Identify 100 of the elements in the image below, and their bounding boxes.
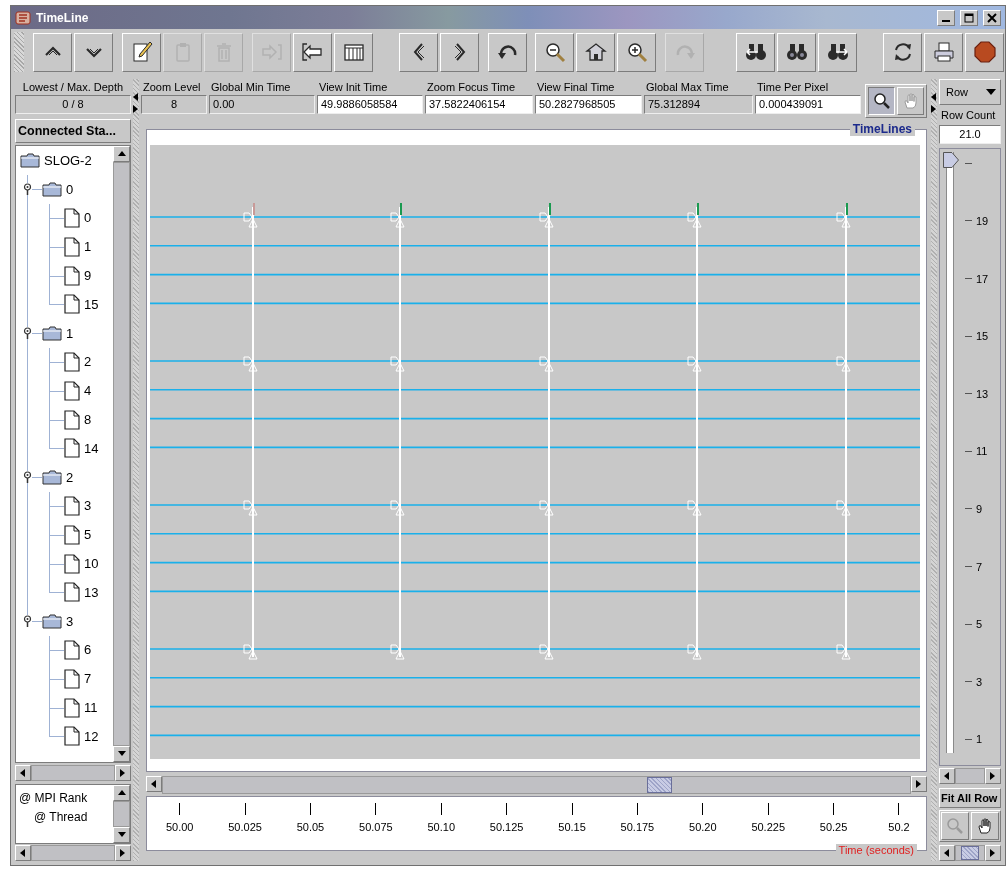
stop-button[interactable] — [965, 32, 1004, 72]
fit-all-rows-button[interactable]: Fit All Row — [939, 788, 1001, 808]
tree-node-label[interactable]: 2 — [66, 469, 74, 485]
toolbar-grip[interactable] — [14, 32, 24, 72]
zoom-out-button[interactable] — [535, 32, 574, 72]
columns-button[interactable] — [334, 32, 373, 72]
tree-node-label[interactable]: 10 — [84, 556, 99, 572]
tree-node-label[interactable]: 3 — [84, 498, 92, 514]
file-icon — [64, 380, 80, 401]
axis-tick-label: 50.025 — [228, 821, 262, 833]
binoculars-button[interactable] — [777, 32, 816, 72]
expand-handle-icon[interactable] — [23, 183, 32, 196]
refresh-button[interactable] — [883, 32, 922, 72]
scroll-right-button[interactable] — [985, 768, 1001, 784]
file-icon — [64, 639, 80, 660]
tree-node-label[interactable]: 4 — [84, 383, 92, 399]
file-icon — [64, 265, 80, 286]
scroll-right-button[interactable] — [115, 765, 131, 781]
file-icon — [64, 697, 80, 718]
pencil-page-button[interactable] — [122, 32, 161, 72]
tree-node-label[interactable]: 14 — [84, 440, 99, 456]
expand-handle-icon[interactable] — [23, 471, 32, 484]
tree-node-label[interactable]: 13 — [84, 584, 99, 600]
home-button[interactable] — [576, 32, 615, 72]
triangle-left-icon — [942, 771, 952, 781]
tree-node-label[interactable]: SLOG-2 — [44, 152, 92, 168]
undo-button[interactable] — [488, 32, 527, 72]
chevron-left-button[interactable] — [399, 32, 438, 72]
binoculars-right-button[interactable] — [818, 32, 857, 72]
expand-handle-icon[interactable] — [23, 327, 32, 340]
hand-icon — [901, 92, 920, 110]
arrow-out-box-button[interactable] — [293, 32, 332, 72]
slider-track[interactable] — [943, 152, 959, 753]
triangle-left-icon — [18, 848, 28, 858]
chevron-right-button[interactable] — [440, 32, 479, 72]
binoculars-left-button[interactable] — [736, 32, 775, 72]
scroll-down-button[interactable] — [113, 746, 130, 762]
expand-handle-icon[interactable] — [23, 615, 32, 628]
mode-dropdown[interactable]: Row — [939, 79, 1001, 105]
column-header[interactable]: Connected Sta... — [15, 119, 131, 143]
tree-node-label[interactable]: 3 — [66, 613, 74, 629]
list-item[interactable]: @ Thread — [34, 810, 88, 824]
scroll-up-button[interactable] — [113, 146, 130, 162]
file-icon — [64, 236, 80, 257]
scrollbar-thumb[interactable] — [961, 846, 979, 860]
tree-node-label[interactable]: 9 — [84, 268, 92, 284]
scroll-down-button[interactable] — [113, 827, 130, 843]
input-field[interactable]: 50.2827968505 — [535, 95, 642, 114]
input-field[interactable]: 37.5822406154 — [425, 95, 533, 114]
triangle-left-icon — [18, 768, 28, 778]
axis-title: Time (seconds) — [835, 844, 917, 857]
minimize-button[interactable] — [937, 9, 955, 26]
chevron-down-button[interactable] — [74, 32, 113, 72]
scrollbar-thumb[interactable] — [647, 777, 672, 793]
scroll-left-button[interactable] — [15, 845, 31, 861]
field-label: Time Per Pixel — [756, 80, 830, 95]
slider-thumb[interactable] — [943, 152, 959, 168]
tree-node-label[interactable]: 8 — [84, 412, 92, 428]
tree-node-label[interactable]: 15 — [84, 296, 99, 312]
app-icon — [15, 9, 31, 26]
chevron-up-button[interactable] — [33, 32, 72, 72]
tree-node-label[interactable]: 6 — [84, 642, 92, 658]
triangle-right-icon — [133, 105, 139, 113]
maximize-button[interactable] — [960, 9, 978, 26]
input-field[interactable]: 49.9886058584 — [317, 95, 423, 114]
zoom-in-button[interactable] — [617, 32, 656, 72]
readonly-field: 75.312894 — [644, 95, 753, 114]
tree-node-label[interactable]: 0 — [66, 181, 74, 197]
tree-node-label[interactable]: 12 — [84, 728, 99, 744]
hand-icon — [976, 817, 994, 835]
zoom-tool-button[interactable] — [868, 87, 895, 115]
tree-node-label[interactable]: 2 — [84, 354, 92, 370]
print-button[interactable] — [924, 32, 963, 72]
hand-tool-button[interactable] — [971, 812, 999, 840]
scroll-left-button[interactable] — [939, 768, 955, 784]
scroll-left-button[interactable] — [15, 765, 31, 781]
slider-tick-label: 7 — [976, 560, 983, 573]
minimize-icon — [942, 19, 950, 22]
axis-tick-label: 50.225 — [751, 821, 786, 833]
scroll-up-button[interactable] — [113, 785, 130, 801]
close-button[interactable] — [983, 9, 1001, 26]
tree-node-label[interactable]: 1 — [66, 325, 74, 341]
scroll-right-button[interactable] — [911, 776, 927, 792]
axis-tick-label: 50.20 — [689, 821, 717, 833]
axis-tick-label: 50.00 — [165, 821, 194, 833]
tree-node-label[interactable]: 11 — [84, 700, 98, 716]
scroll-left-button[interactable] — [146, 776, 162, 792]
tree-node-label[interactable]: 5 — [84, 527, 92, 543]
input-field[interactable]: 21.0 — [939, 125, 1001, 144]
scroll-right-button[interactable] — [985, 845, 1001, 861]
input-field[interactable]: 0.000439091 — [755, 95, 861, 114]
depth-field[interactable]: 0 / 8 — [15, 95, 131, 114]
scroll-left-button[interactable] — [939, 845, 955, 861]
list-item[interactable]: @ MPI Rank — [19, 791, 88, 805]
tree-node-label[interactable]: 0 — [84, 210, 92, 226]
field-label: View Init Time — [318, 80, 389, 95]
scroll-right-button[interactable] — [115, 845, 131, 861]
tree-node-label[interactable]: 1 — [84, 239, 92, 255]
tree-node-label[interactable]: 7 — [84, 671, 92, 687]
triangle-left-icon — [133, 93, 139, 101]
